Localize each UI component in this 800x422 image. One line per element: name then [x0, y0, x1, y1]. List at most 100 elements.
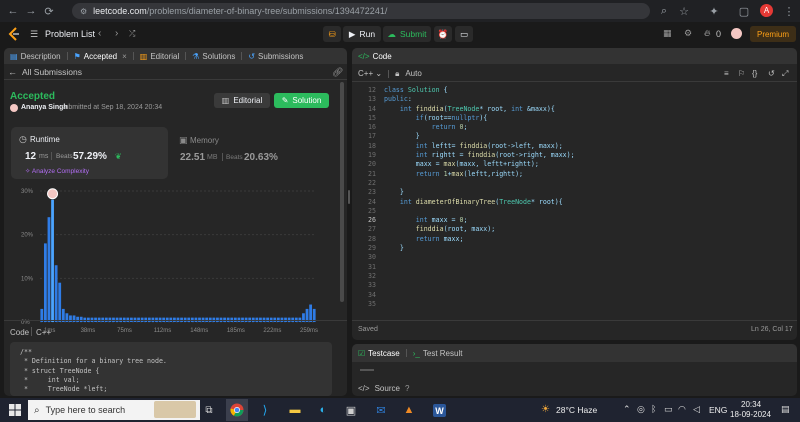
code-preview-line: /**	[20, 348, 32, 356]
vlc-taskbar-icon[interactable]: ▲	[398, 399, 420, 421]
runtime-card[interactable]: ◷ Runtime 12 ms Beats 57.29% ❦ ✧ Analyze…	[11, 127, 168, 179]
taskbar-search-box[interactable]: ⌕ Type here to search	[28, 400, 200, 420]
tab-submissions[interactable]: ↺ Submissions	[242, 48, 309, 64]
user-avatar[interactable]	[731, 28, 742, 39]
clock-time[interactable]: 20:34	[741, 400, 761, 409]
arrow-left-icon[interactable]: ←	[8, 67, 17, 77]
layout-icon[interactable]: ▦	[663, 28, 672, 39]
braces-icon[interactable]: {}	[752, 69, 757, 78]
edge-taskbar-icon[interactable]: ◐	[312, 399, 334, 421]
format-icon[interactable]: ≡	[724, 69, 729, 78]
search-icon[interactable]: ⌕	[655, 2, 673, 20]
close-icon[interactable]: ×	[122, 52, 127, 61]
x-tick-label: 75ms	[117, 328, 132, 334]
file-explorer-icon[interactable]: ▬	[284, 399, 306, 421]
prev-problem-icon[interactable]: ‹	[98, 28, 101, 39]
list-icon[interactable]: ☰	[30, 29, 38, 40]
extensions-icon[interactable]: ✦	[705, 2, 723, 20]
input-language[interactable]: ENG	[709, 405, 727, 415]
next-problem-icon[interactable]: ›	[115, 28, 118, 39]
leaf-icon: ❦	[115, 152, 122, 161]
source-link[interactable]: Source	[375, 384, 400, 393]
tab-editorial[interactable]: ▥ Editorial	[134, 48, 185, 64]
note-icon[interactable]: ▭	[455, 26, 473, 42]
line-number: 35	[368, 299, 376, 308]
notification-icon[interactable]: ▤	[781, 404, 790, 415]
editorial-button[interactable]: ▥ Editorial	[214, 93, 270, 108]
analyze-complexity-link[interactable]: ✧ Analyze Complexity	[25, 167, 89, 175]
fullscreen-icon[interactable]: ⤢	[782, 69, 788, 79]
tab-accepted[interactable]: ⚑ Accepted ×	[68, 48, 133, 64]
store-taskbar-icon[interactable]: ▣	[340, 399, 362, 421]
tray-app-icon[interactable]: ◎	[637, 404, 645, 415]
chrome-taskbar-icon[interactable]	[226, 399, 248, 421]
save-status: Saved	[358, 326, 378, 333]
language-select[interactable]: C++ ⌄	[358, 69, 382, 78]
vscode-taskbar-icon[interactable]: ⟩	[254, 399, 276, 421]
weather-text[interactable]: 28°C Haze	[556, 405, 597, 415]
line-number: 29	[368, 244, 376, 253]
y-tick-label: 10%	[21, 276, 34, 282]
help-icon[interactable]: ?	[405, 384, 409, 393]
word-taskbar-icon[interactable]: W	[428, 399, 450, 421]
alarm-icon[interactable]: ⏰	[434, 26, 452, 42]
debug-icon[interactable]: ⛁	[323, 26, 341, 42]
tray-chevron-icon[interactable]: ⌃	[623, 404, 631, 415]
testcase-panel: ☑ Testcase ›_ Test Result </> Source ?	[352, 344, 797, 396]
solution-button[interactable]: ✎ Solution	[274, 93, 329, 108]
profile-avatar[interactable]: A	[760, 4, 773, 17]
user-position-marker	[47, 188, 59, 200]
wifi-icon[interactable]: ◠	[678, 404, 686, 415]
premium-button[interactable]: Premium	[750, 26, 796, 42]
submit-button[interactable]: ☁ Submit	[383, 26, 431, 42]
x-tick-label: 112ms	[154, 328, 172, 334]
tab-description[interactable]: ▤ Description	[4, 48, 67, 64]
reload-icon[interactable]: ⟳	[40, 2, 58, 20]
windows-start-icon[interactable]	[4, 399, 26, 421]
clock-date[interactable]: 18-09-2024	[730, 410, 771, 419]
volume-icon[interactable]: ◁	[693, 404, 700, 415]
bluetooth-icon[interactable]: ᛒ	[651, 404, 656, 414]
code-preview-line: * int val;	[20, 375, 80, 384]
panel-resize-handle[interactable]	[348, 190, 350, 204]
distribution-bar	[51, 199, 54, 322]
site-info-icon[interactable]: ⚙	[80, 7, 87, 16]
play-icon: ▶	[348, 28, 356, 39]
address-bar[interactable]: ⚙ leetcode.com/problems/diameter-of-bina…	[72, 3, 650, 19]
sidepanel-icon[interactable]: ▢	[735, 2, 753, 20]
fire-icon[interactable]: 🔥︎	[704, 28, 711, 39]
shuffle-icon[interactable]: ⤮	[129, 29, 135, 39]
menu-icon[interactable]: ⋮	[780, 2, 798, 20]
x-tick-label: 148ms	[190, 328, 208, 334]
left-scrollbar[interactable]	[340, 82, 344, 302]
code-editor[interactable]: class Solution {public: int finddia(Tree…	[384, 86, 784, 309]
distribution-bar	[47, 217, 51, 322]
task-view-icon[interactable]: ⧉	[198, 399, 220, 421]
code-preview[interactable]: /** * Definition for a binary tree node.…	[10, 342, 332, 396]
bookmark-icon[interactable]: ⚐	[738, 69, 745, 78]
mail-taskbar-icon[interactable]: ✉	[370, 399, 392, 421]
memory-value[interactable]: 22.51	[180, 152, 205, 163]
runtime-distribution-chart[interactable]: 30%20%10%0%1ms 38ms 75ms 112ms 148ms 185ms 222…	[4, 185, 334, 335]
all-submissions-link[interactable]: All Submissions	[22, 67, 82, 77]
star-icon[interactable]: ☆	[675, 2, 693, 20]
auto-mode[interactable]: Auto	[405, 69, 421, 78]
tab-test-result[interactable]: ›_ Test Result	[407, 344, 469, 362]
leetcode-logo-icon[interactable]	[8, 27, 20, 41]
forward-icon[interactable]: →	[22, 2, 40, 20]
code-editor-panel: </> Code C++ ⌄ 🔒︎ Auto ≡ ⚐ {} ↺ ⤢ 12 13 14 1…	[352, 48, 797, 340]
edit-icon: ✎	[281, 96, 289, 105]
battery-icon[interactable]: ▭	[664, 404, 673, 415]
back-icon[interactable]: ←	[4, 2, 22, 20]
settings-icon[interactable]: ⚙	[684, 28, 692, 39]
run-button[interactable]: ▶ Run	[343, 26, 381, 42]
link-icon[interactable]: 🔗︎	[332, 67, 343, 78]
reset-icon[interactable]: ↺	[768, 69, 775, 78]
problem-list-link[interactable]: Problem List	[45, 29, 95, 39]
tab-solutions[interactable]: ⚗ Solutions	[186, 48, 241, 64]
submission-status: Accepted	[10, 91, 56, 102]
line-number: 19	[368, 151, 376, 160]
tab-testcase[interactable]: ☑ Testcase	[352, 344, 406, 362]
y-tick-label: 30%	[21, 189, 34, 195]
